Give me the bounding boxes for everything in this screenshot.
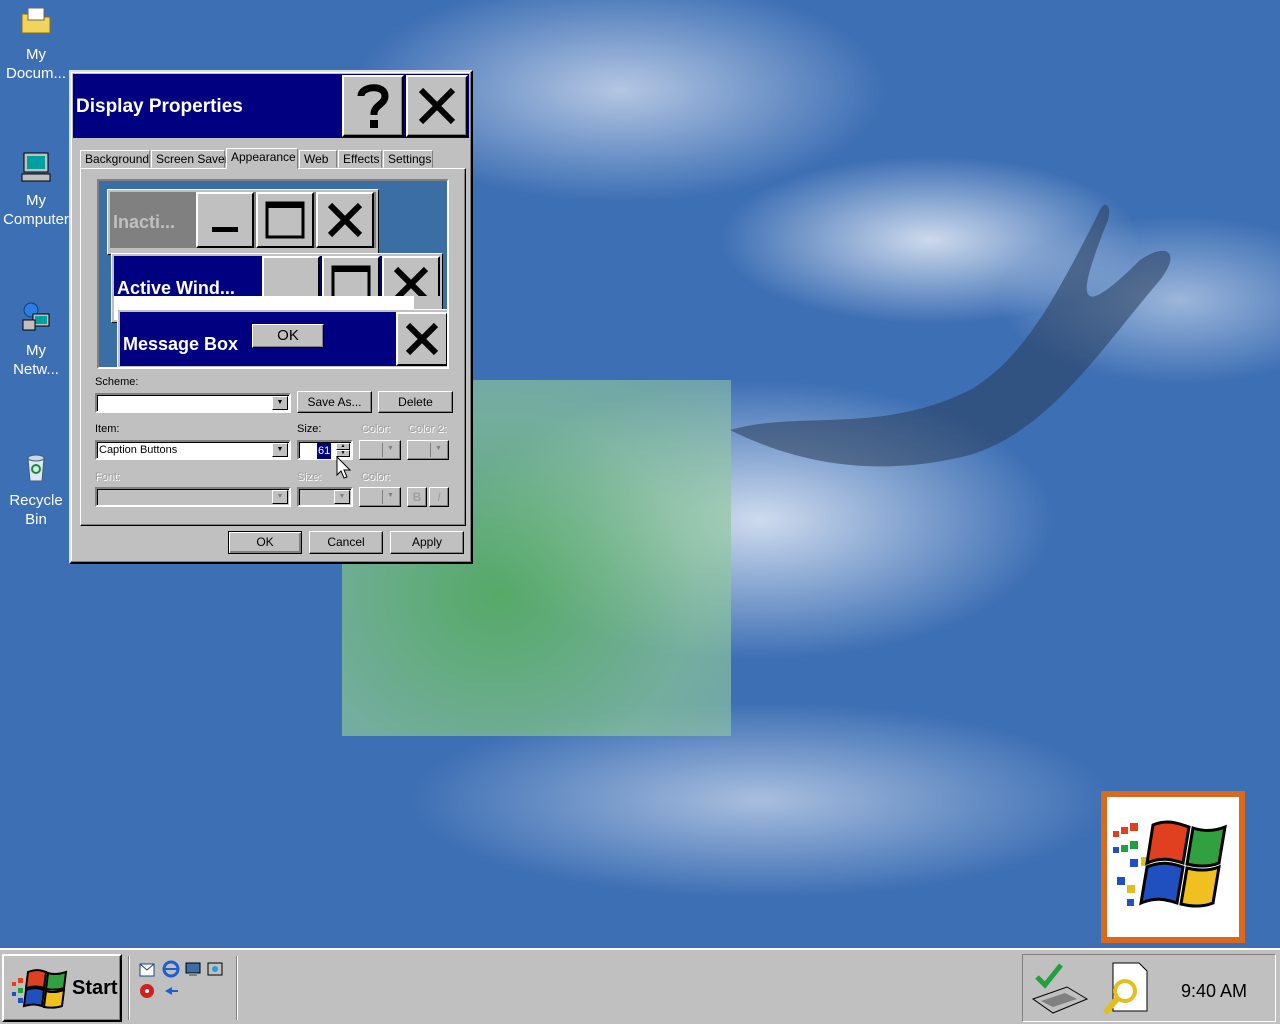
tab-screen-saver[interactable]: Screen Saver xyxy=(151,150,229,168)
preview-inactive-titlebar: Inacti... xyxy=(110,192,376,248)
taskbar-separator xyxy=(236,956,238,1020)
close-icon xyxy=(405,322,439,356)
item-dropdown-button[interactable]: ▼ xyxy=(272,443,288,457)
scheme-dropdown-button[interactable]: ▼ xyxy=(272,396,288,410)
font-dropdown-button[interactable]: ▼ xyxy=(272,490,288,504)
preview-message-close-button xyxy=(396,312,447,366)
desktop-icon-label: My Docum... xyxy=(5,46,66,82)
window-title: Display Properties xyxy=(76,96,243,117)
desktop-icon-my-network[interactable]: My Netw... xyxy=(0,300,72,379)
color2-dropdown-arrow-icon: ▼ xyxy=(430,443,446,457)
clock[interactable]: 9:40 AM xyxy=(1181,981,1247,1002)
font-size-dropdown-button[interactable]: ▼ xyxy=(334,490,350,504)
apply-button[interactable]: Apply xyxy=(390,531,464,554)
show-desktop-icon[interactable] xyxy=(184,960,202,978)
color-picker-button[interactable]: ▼ xyxy=(359,440,401,460)
bold-button[interactable]: B xyxy=(407,487,427,507)
wallpaper-bird-shadow xyxy=(730,204,1171,467)
minimize-icon xyxy=(212,227,238,232)
computer-icon xyxy=(21,152,51,182)
system-tray: 9:40 AM xyxy=(1022,954,1276,1022)
preview-message-box: Message Box OK xyxy=(117,309,447,367)
size-up-button[interactable]: ▲ xyxy=(336,443,350,450)
preview-close-button xyxy=(316,192,374,248)
desktop-icon-label: My Netw... xyxy=(13,342,59,378)
close-button[interactable] xyxy=(406,75,468,137)
preview-message-titlebar: Message Box OK xyxy=(120,312,447,366)
font-label: Font: xyxy=(95,471,121,483)
recycle-bin-icon xyxy=(27,454,45,482)
network-icon xyxy=(22,302,50,331)
desktop-icon-my-computer[interactable]: My Computer xyxy=(0,150,72,229)
start-label: Start xyxy=(72,976,118,999)
display-properties-window: Display Properties Background Screen Sav… xyxy=(69,70,473,564)
tab-effects[interactable]: Effects xyxy=(338,150,382,168)
question-mark-icon xyxy=(357,84,389,128)
taskbar: Start 9:40 AM xyxy=(0,948,1280,1024)
color-label: Color: xyxy=(361,423,391,435)
cancel-button[interactable]: Cancel xyxy=(309,531,383,554)
scheme-select[interactable]: ▼ xyxy=(95,393,291,413)
appearance-panel: Inacti... Active Wind... Message Box OK … xyxy=(80,168,466,526)
find-magnifier-icon[interactable] xyxy=(1099,961,1151,1019)
scheduled-tasks-icon[interactable] xyxy=(1027,959,1091,1019)
maximize-icon xyxy=(265,201,305,239)
taskbar-separator xyxy=(128,956,130,1020)
font-color-label: Color: xyxy=(361,471,391,483)
windows-logo-tile xyxy=(1101,791,1245,943)
preview-minimize-button xyxy=(196,192,254,248)
tab-web[interactable]: Web xyxy=(299,150,337,168)
color-dropdown-arrow-icon: ▼ xyxy=(382,443,398,457)
size-label: Size: xyxy=(297,423,322,435)
folder-icon xyxy=(21,7,51,34)
font-size-label: Size: xyxy=(297,471,322,483)
outlook-express-icon[interactable] xyxy=(138,960,156,978)
desktop-icon-label: Recycle Bin xyxy=(9,492,63,528)
item-value: Caption Buttons xyxy=(99,444,178,456)
preview-inactive-title: Inacti... xyxy=(113,212,176,232)
close-icon xyxy=(327,202,363,238)
delete-button[interactable]: Delete xyxy=(378,391,453,413)
windows-flag-icon xyxy=(1113,820,1227,908)
title-bar[interactable]: Display Properties xyxy=(73,74,469,138)
color2-label: Color 2: xyxy=(408,423,447,435)
appearance-preview[interactable]: Inacti... Active Wind... Message Box OK xyxy=(97,179,449,369)
media-player-icon[interactable] xyxy=(138,982,156,1000)
tab-settings[interactable]: Settings xyxy=(383,150,433,168)
font-size-select[interactable]: ▼ xyxy=(297,487,353,507)
ok-button[interactable]: OK xyxy=(228,531,302,554)
size-value: 61 xyxy=(317,443,332,459)
start-button[interactable]: Start xyxy=(2,954,122,1022)
font-color-dropdown-arrow-icon: ▼ xyxy=(382,490,398,504)
color2-picker-button[interactable]: ▼ xyxy=(407,440,449,460)
font-color-button[interactable]: ▼ xyxy=(359,487,401,507)
italic-button[interactable]: I xyxy=(429,487,449,507)
preview-ok-button: OK xyxy=(252,324,324,348)
preview-message-title: Message Box xyxy=(123,334,239,354)
internet-explorer-icon[interactable] xyxy=(162,960,180,978)
item-label: Item: xyxy=(95,423,120,435)
desktop-icon-recycle-bin[interactable]: Recycle Bin xyxy=(0,450,72,529)
desktop-icon-label: My Computer xyxy=(3,192,69,228)
close-icon xyxy=(418,87,456,125)
scheme-label: Scheme: xyxy=(95,376,139,388)
mouse-cursor-icon xyxy=(336,456,352,479)
windows-flag-icon xyxy=(12,969,68,1009)
font-select[interactable]: ▼ xyxy=(95,487,291,507)
preview-maximize-button xyxy=(256,192,314,248)
help-button[interactable] xyxy=(342,75,404,137)
desktop-icon-my-documents[interactable]: My Docum... xyxy=(0,4,72,83)
view-channels-icon[interactable] xyxy=(206,960,224,978)
tab-background[interactable]: Background xyxy=(80,150,150,168)
quick-launch-toolbar xyxy=(136,954,236,1022)
save-as-button[interactable]: Save As... xyxy=(297,391,372,413)
preview-inactive-window: Inacti... xyxy=(107,189,379,255)
item-select[interactable]: Caption Buttons ▼ xyxy=(95,440,291,460)
back-arrow-icon[interactable] xyxy=(162,982,180,1000)
tab-appearance[interactable]: Appearance xyxy=(226,148,298,169)
